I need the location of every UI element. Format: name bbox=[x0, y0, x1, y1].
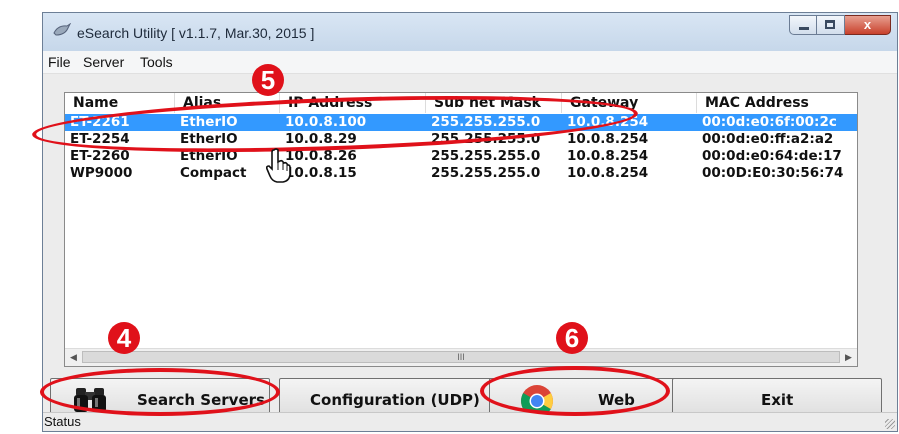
horizontal-scrollbar[interactable]: ◀ III ▶ bbox=[65, 348, 857, 366]
hand-pointer-icon bbox=[266, 148, 291, 183]
maximize-icon bbox=[825, 20, 835, 29]
exit-label: Exit bbox=[761, 391, 794, 409]
cell-mac: 00:0D:E0:30:56:74 bbox=[702, 165, 844, 181]
cell-mac: 00:0d:e0:ff:a2:a2 bbox=[702, 131, 834, 147]
scroll-left-icon[interactable]: ◀ bbox=[65, 349, 82, 366]
close-icon: x bbox=[863, 17, 872, 32]
maximize-button[interactable] bbox=[817, 15, 845, 35]
cell-mac: 00:0d:e0:64:de:17 bbox=[702, 148, 842, 164]
col-mac-address[interactable]: MAC Address bbox=[697, 93, 857, 113]
cell-mac: 00:0d:e0:6f:00:2c bbox=[702, 114, 837, 130]
cell-mask: 255.255.255.0 bbox=[431, 148, 541, 164]
minimize-button[interactable] bbox=[789, 15, 817, 35]
scroll-right-icon[interactable]: ▶ bbox=[840, 349, 857, 366]
menu-file[interactable]: File bbox=[48, 54, 71, 70]
menu-server[interactable]: Server bbox=[83, 54, 124, 70]
window-title: eSearch Utility [ v1.1.7, Mar.30, 2015 ] bbox=[77, 25, 315, 41]
table-row[interactable]: WP9000 Compact 10.0.8.15 255.255.255.0 1… bbox=[65, 165, 857, 182]
cell-name: ET-2260 bbox=[70, 148, 130, 164]
close-button[interactable]: x bbox=[845, 15, 891, 35]
app-icon bbox=[53, 23, 71, 36]
cell-gateway: 10.0.8.254 bbox=[567, 148, 649, 164]
status-text: Status bbox=[44, 414, 81, 429]
annotation-badge-6: 6 bbox=[556, 322, 588, 354]
cell-mask: 255.255.255.0 bbox=[431, 165, 541, 181]
resize-grip-icon[interactable] bbox=[885, 419, 895, 429]
cell-gateway: 10.0.8.254 bbox=[567, 131, 649, 147]
cell-gateway: 10.0.8.254 bbox=[567, 165, 649, 181]
scroll-grip-icon: III bbox=[457, 352, 465, 362]
minimize-icon bbox=[799, 27, 809, 30]
menu-tools[interactable]: Tools bbox=[140, 54, 173, 70]
annotation-badge-5: 5 bbox=[252, 64, 284, 96]
annotation-badge-4: 4 bbox=[108, 322, 140, 354]
annotation-oval-web bbox=[480, 366, 670, 416]
configuration-udp-label: Configuration (UDP) bbox=[310, 391, 480, 409]
annotation-oval-search bbox=[40, 368, 280, 416]
cell-name: WP9000 bbox=[70, 165, 133, 181]
title-bar[interactable]: eSearch Utility [ v1.1.7, Mar.30, 2015 ]… bbox=[43, 13, 897, 51]
menu-bar: File Server Tools bbox=[43, 51, 897, 74]
scroll-thumb[interactable]: III bbox=[82, 351, 840, 363]
cell-alias: Compact bbox=[180, 165, 247, 181]
